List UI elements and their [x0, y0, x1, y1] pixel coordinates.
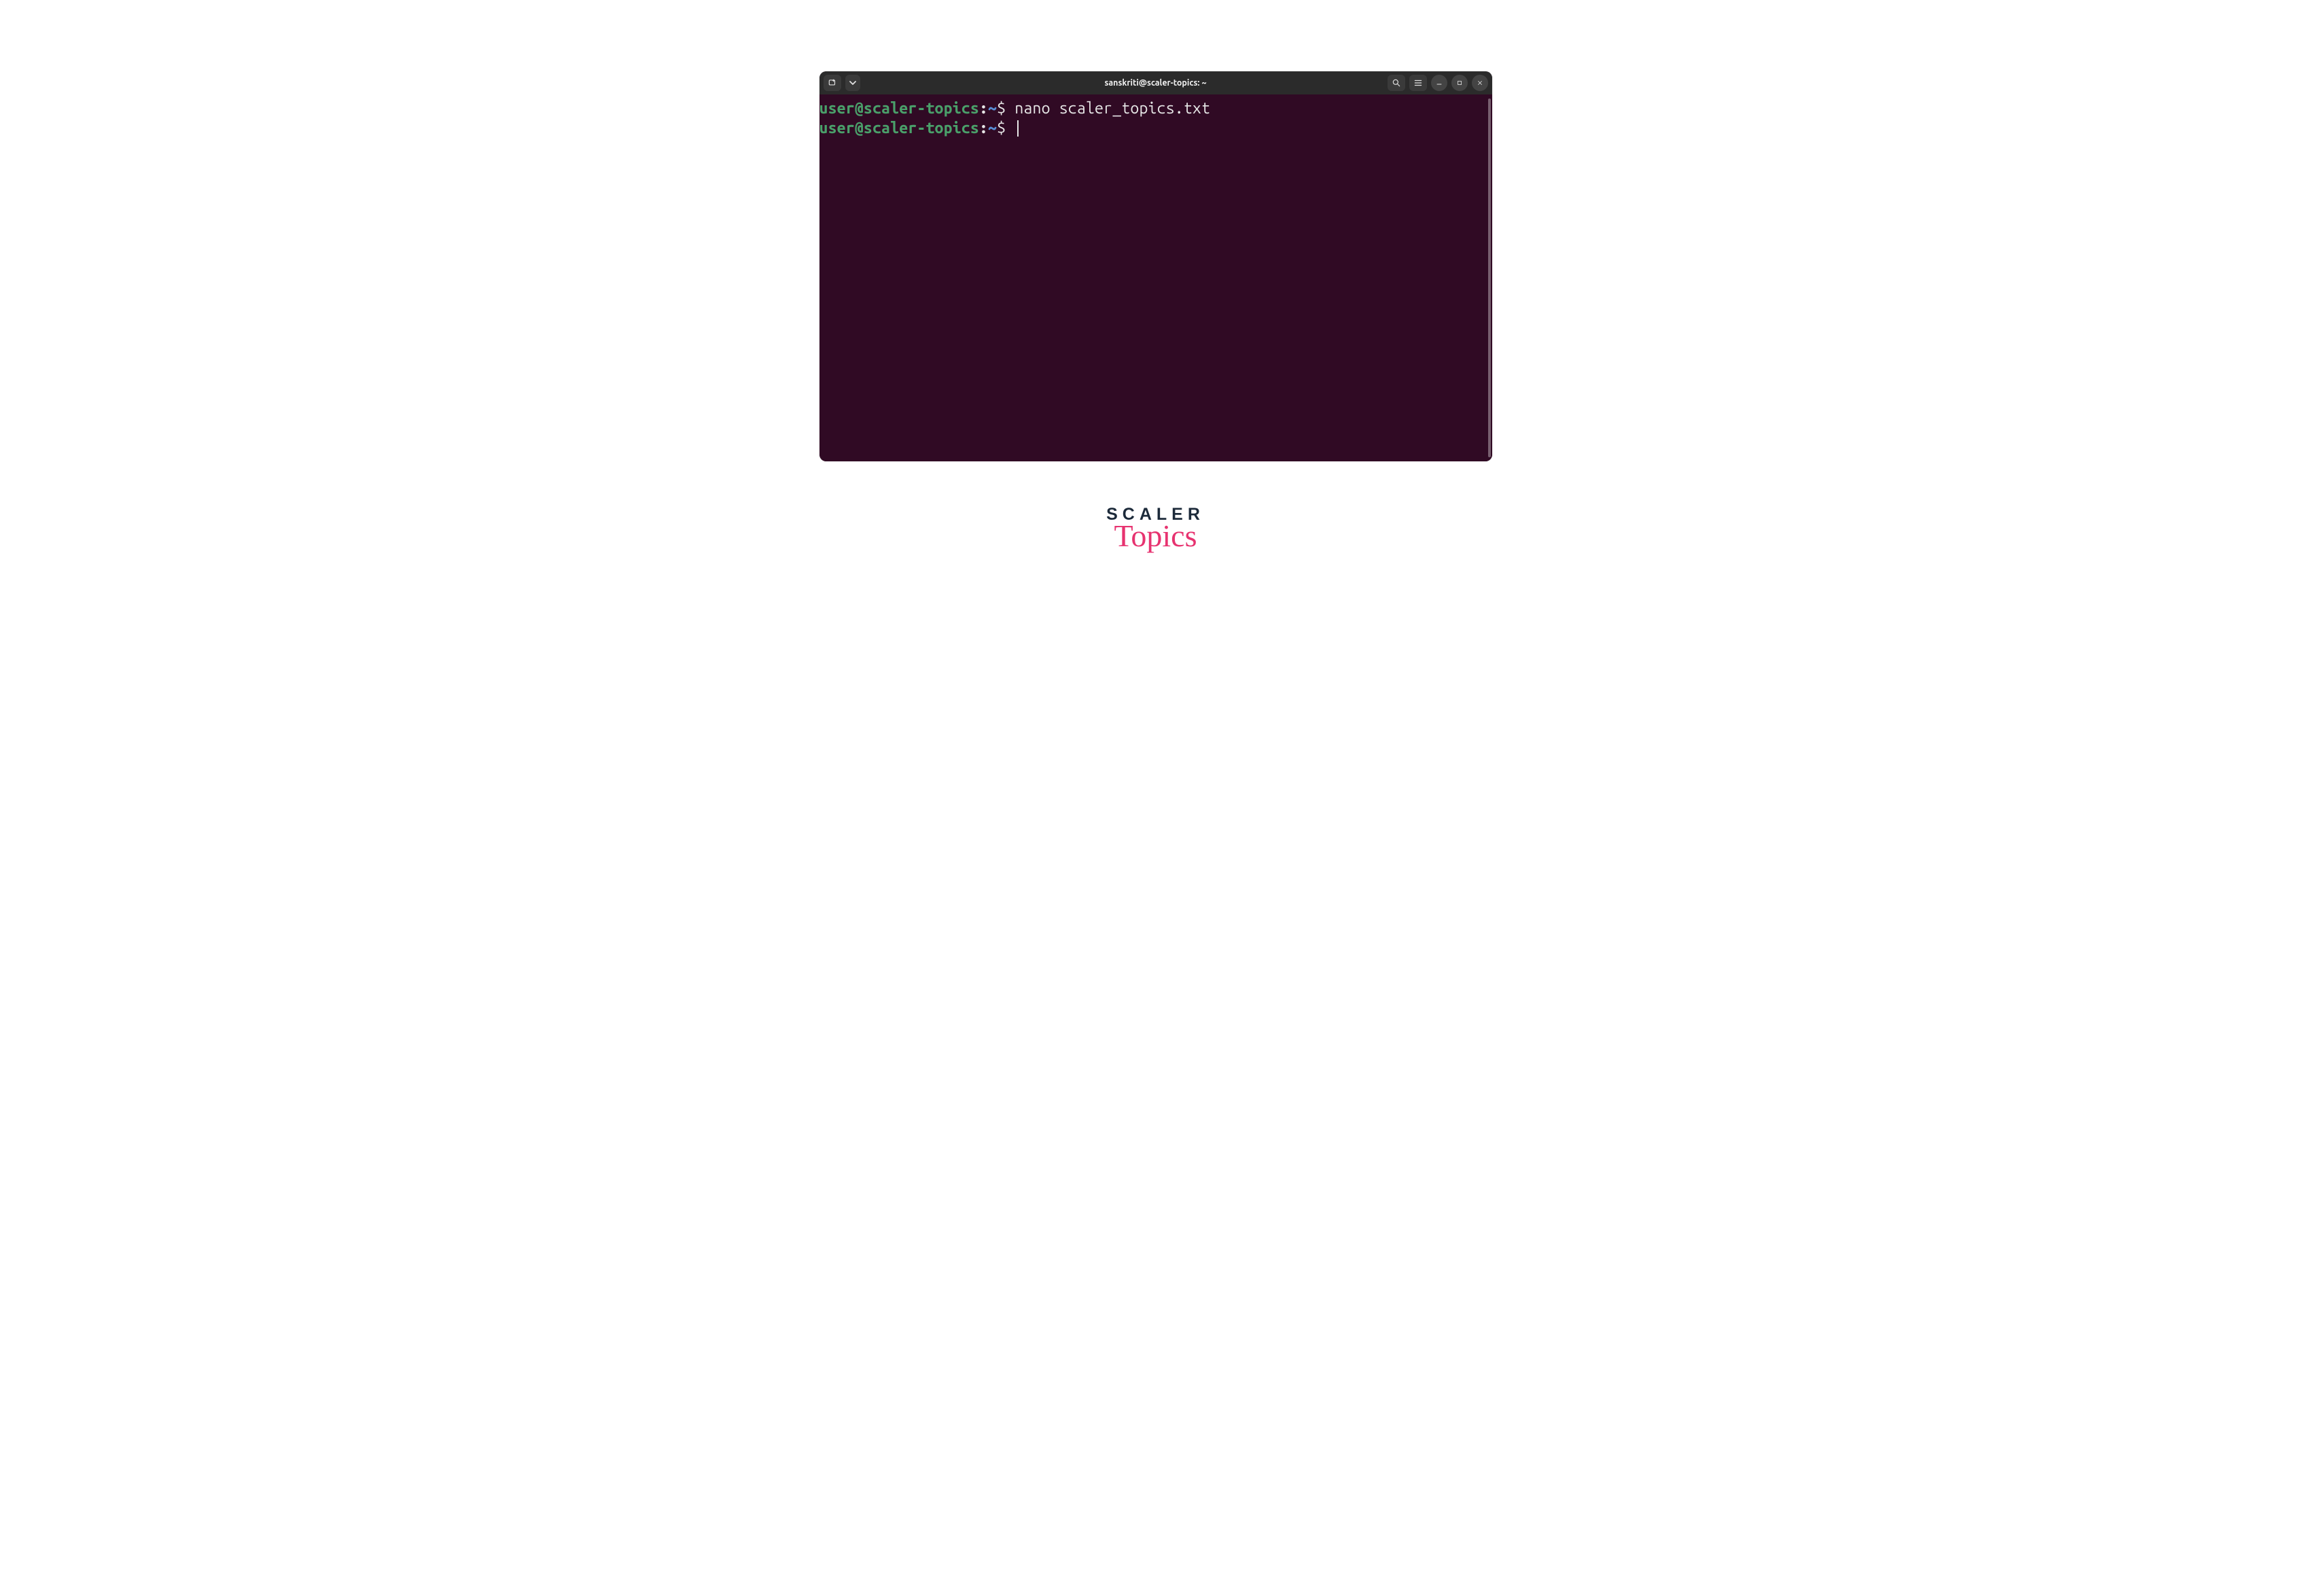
- maximize-button[interactable]: [1451, 75, 1468, 91]
- brand-logo: SCALER Topics: [1106, 506, 1205, 552]
- terminal-window: sanskriti@scaler-topics: ~ user@scaler-t…: [819, 71, 1492, 461]
- prompt-user-host: user@scaler-topics: [819, 100, 979, 117]
- prompt-path: ~: [988, 100, 997, 117]
- new-tab-button[interactable]: [824, 75, 841, 91]
- prompt-symbol: $: [997, 120, 1006, 137]
- maximize-icon: [1456, 79, 1463, 86]
- menu-button[interactable]: [1409, 75, 1427, 91]
- close-button[interactable]: [1472, 75, 1488, 91]
- prompt-path: ~: [988, 120, 997, 137]
- prompt-symbol: $: [997, 100, 1006, 117]
- new-tab-icon: [828, 78, 837, 88]
- chevron-down-icon: [849, 79, 856, 86]
- scrollbar[interactable]: [1488, 99, 1491, 457]
- close-icon: [1477, 79, 1483, 86]
- terminal-body[interactable]: user@scaler-topics:~$ nano scaler_topics…: [819, 94, 1492, 461]
- tab-dropdown-button[interactable]: [845, 75, 860, 91]
- brand-line-2: Topics: [1106, 520, 1205, 552]
- minimize-button[interactable]: [1431, 75, 1447, 91]
- command-text: nano scaler_topics.txt: [1015, 100, 1210, 117]
- titlebar-right-controls: [1388, 75, 1488, 91]
- hamburger-icon: [1413, 78, 1423, 88]
- titlebar: sanskriti@scaler-topics: ~: [819, 71, 1492, 94]
- search-button[interactable]: [1388, 75, 1405, 91]
- cursor: [1017, 120, 1019, 137]
- prompt-separator: :: [979, 100, 988, 117]
- search-icon: [1392, 78, 1401, 88]
- terminal-line: user@scaler-topics:~$: [819, 118, 1487, 138]
- terminal-line: user@scaler-topics:~$ nano scaler_topics…: [819, 99, 1487, 118]
- prompt-separator: :: [979, 120, 988, 137]
- prompt-user-host: user@scaler-topics: [819, 120, 979, 137]
- titlebar-left-controls: [824, 75, 860, 91]
- minimize-icon: [1435, 79, 1443, 87]
